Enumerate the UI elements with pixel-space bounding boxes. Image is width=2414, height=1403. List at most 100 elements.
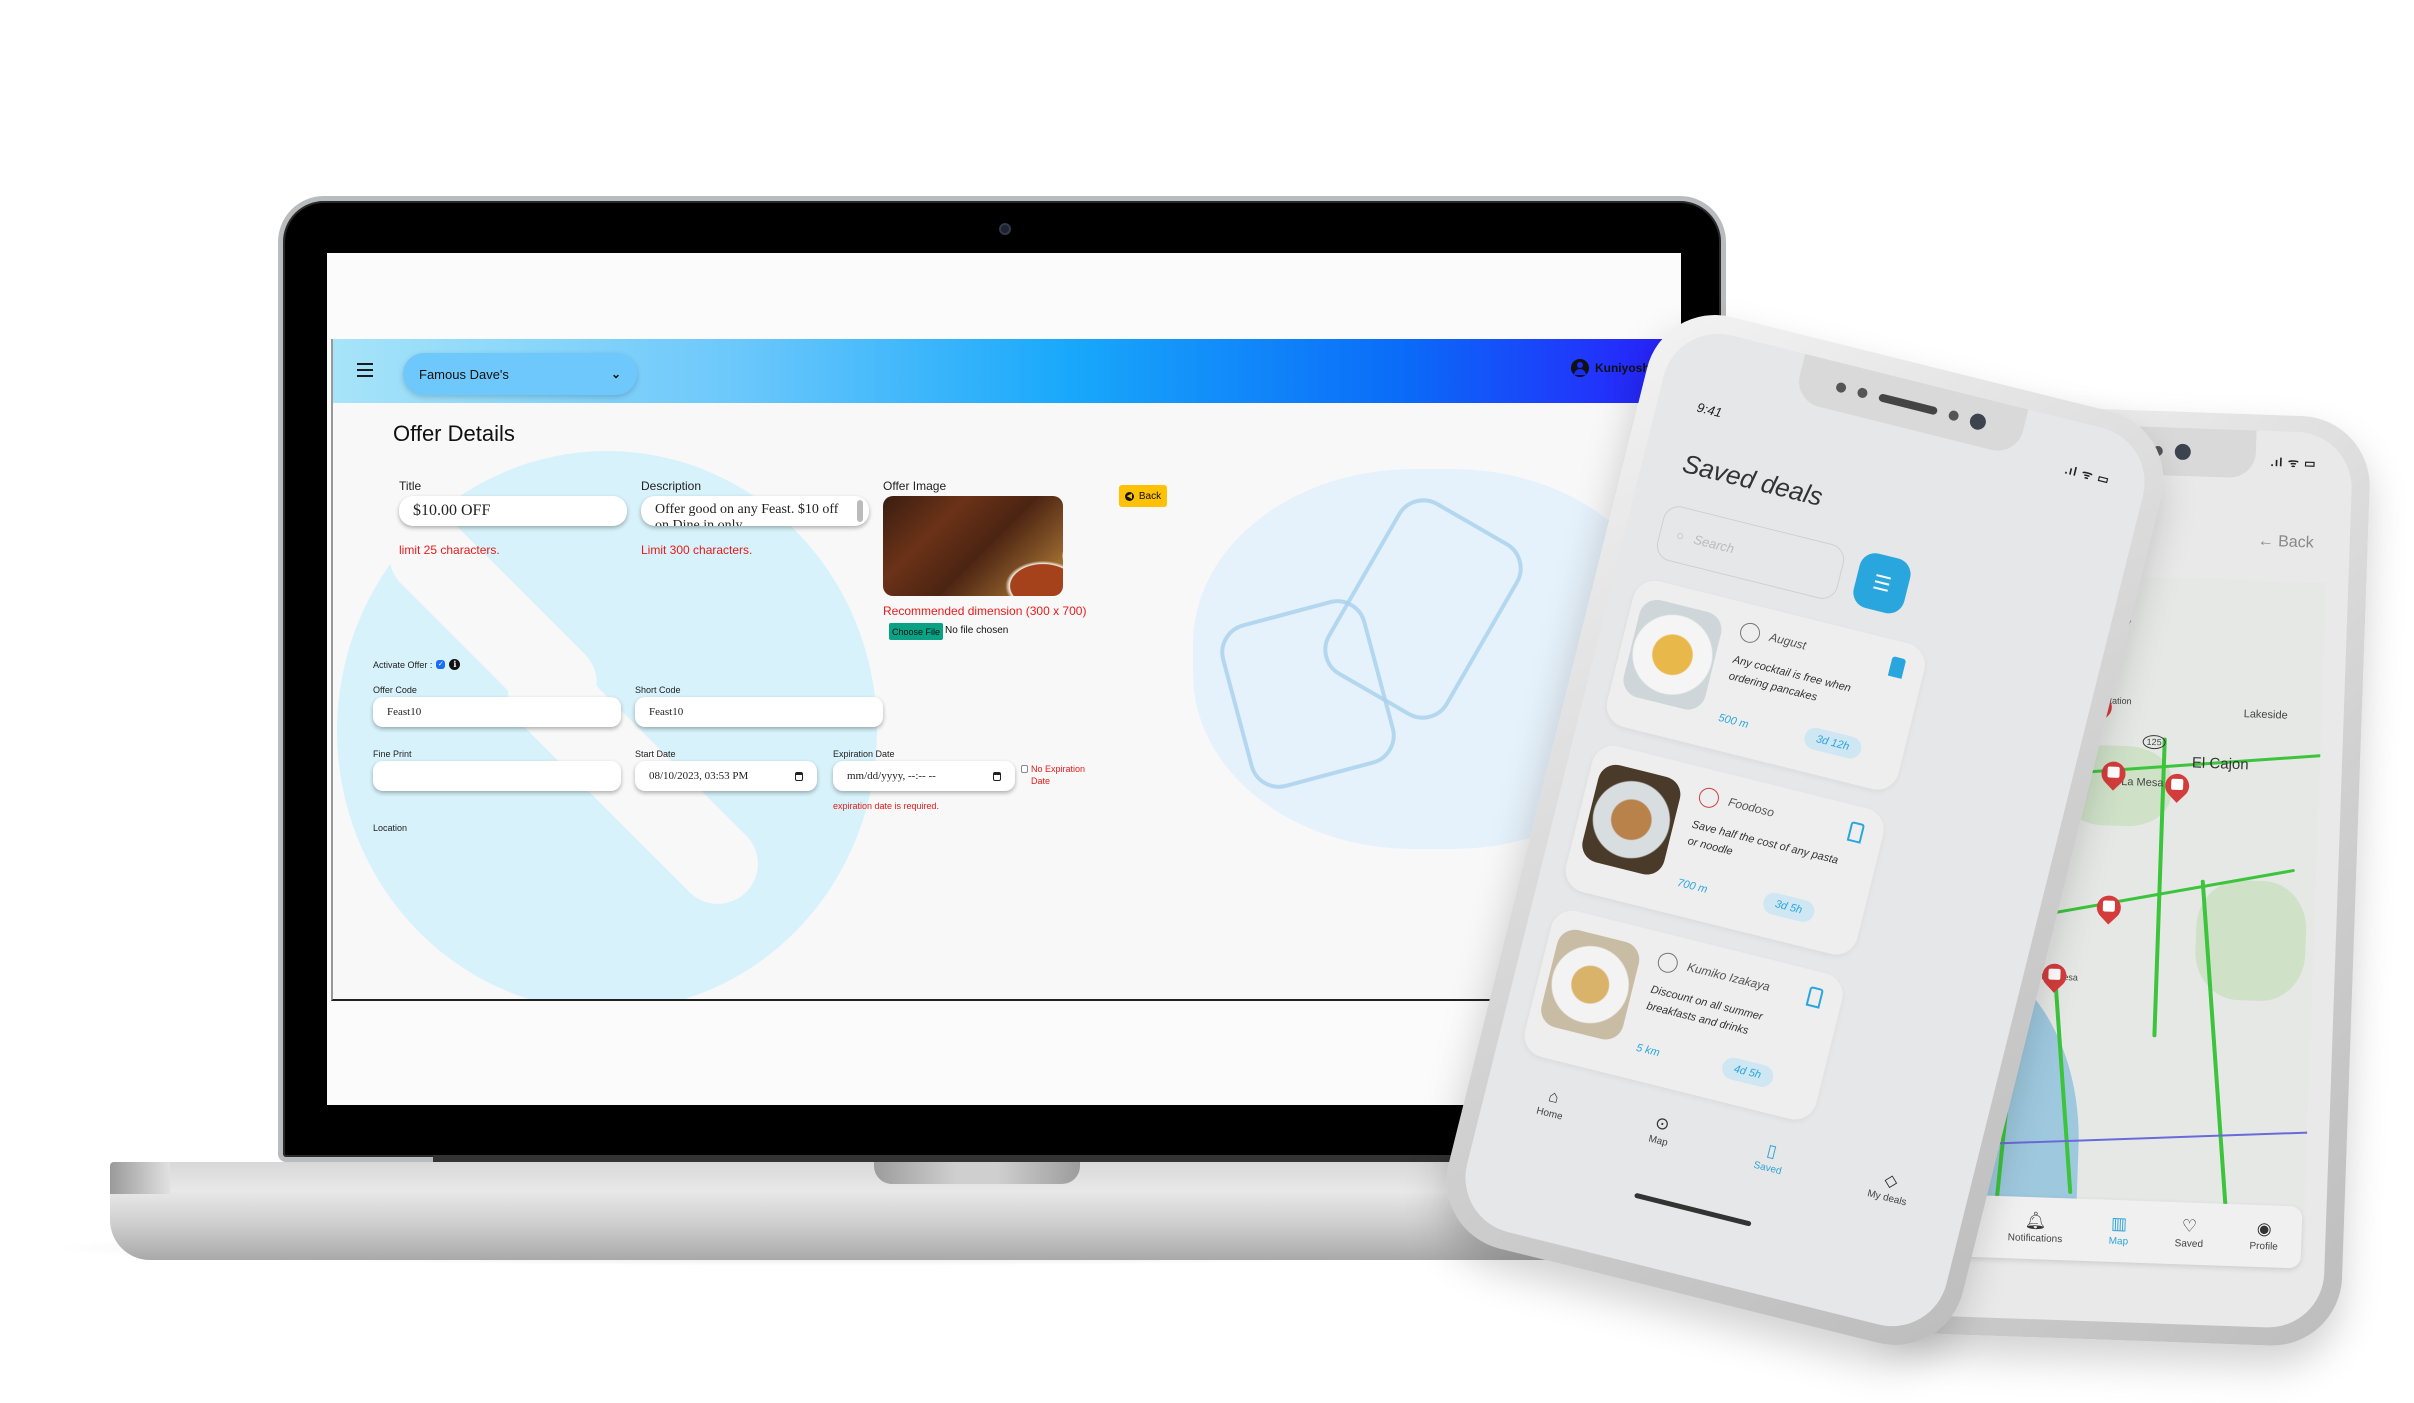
top-bar: Famous Dave's ⌄ Kuniyoshi xyxy=(333,339,1671,403)
map-label-la-mesa: La Mesa xyxy=(2121,775,2164,790)
tab-label: Notifications xyxy=(2007,1232,2063,1246)
offer-details-app: Famous Dave's ⌄ Kuniyoshi Offer Details … xyxy=(331,339,1671,1001)
offer-code-input[interactable]: Feast10 xyxy=(373,697,621,727)
tab-notifications[interactable]: 🔔︎ Notifications xyxy=(2008,1211,2064,1245)
location-label: Location xyxy=(373,823,408,833)
deal-time-left: 4d 5h xyxy=(1719,1055,1776,1090)
front-camera xyxy=(2174,443,2192,461)
bookmark-icon[interactable] xyxy=(1887,656,1907,679)
calendar-icon[interactable] xyxy=(795,771,803,781)
fine-print-textarea[interactable] xyxy=(373,761,621,791)
deal-time-left: 3d 12h xyxy=(1802,725,1864,761)
sensor xyxy=(1835,381,1848,394)
home-icon: ⌂ xyxy=(1546,1086,1562,1108)
start-date-label: Start Date xyxy=(635,749,676,759)
status-icons: .ıl ᯤ ▭ xyxy=(2063,462,2112,488)
expiration-date-label: Expiration Date xyxy=(833,749,895,759)
map-back-button[interactable]: ← Back xyxy=(2257,533,2314,553)
sensor xyxy=(1856,386,1869,399)
chevron-down-icon: ⌄ xyxy=(610,367,621,381)
tab-label: Saved xyxy=(2174,1238,2204,1251)
bookmark-icon[interactable] xyxy=(1846,820,1866,844)
deal-brand: Foodoso xyxy=(1726,794,1776,820)
deal-image xyxy=(1619,596,1726,714)
calendar-icon[interactable] xyxy=(993,771,1001,781)
expiration-date-error: expiration date is required. xyxy=(833,801,940,811)
tab-saved[interactable]: ♡ Saved xyxy=(2174,1216,2204,1251)
deal-map-pin[interactable] xyxy=(2101,761,2126,796)
phone-notch xyxy=(1793,353,2029,457)
activate-offer-row: Activate Offer : ✓ i xyxy=(373,659,461,670)
laptop-opening-notch xyxy=(874,1162,1080,1184)
hamburger-menu-icon[interactable] xyxy=(357,363,373,377)
tab-profile[interactable]: ◉ Profile xyxy=(2249,1218,2278,1253)
map-label-lakeside: Lakeside xyxy=(2243,708,2288,722)
deal-text: Any cocktail is free when ordering panca… xyxy=(1727,653,1853,704)
no-expiration-row: No Expiration Date xyxy=(1021,763,1087,787)
tab-label: My deals xyxy=(1866,1188,1908,1209)
tab-label: Map xyxy=(1647,1133,1669,1149)
user-account-icon xyxy=(1570,359,1589,377)
deal-map-pin[interactable] xyxy=(2042,963,2067,998)
info-icon[interactable]: i xyxy=(449,659,461,670)
speaker xyxy=(1877,393,1939,416)
map-label-el-cajon: El Cajon xyxy=(2191,754,2249,774)
tab-home[interactable]: ⌂Home xyxy=(1535,1085,1569,1123)
no-expiration-checkbox[interactable] xyxy=(1021,765,1028,773)
fine-print-label: Fine Print xyxy=(373,749,412,759)
deal-distance: 500 m xyxy=(1717,711,1750,731)
title-error: limit 25 characters. xyxy=(399,543,500,557)
description-error: Limit 300 characters. xyxy=(641,543,753,557)
deal-distance: 5 km xyxy=(1634,1041,1661,1060)
short-code-input[interactable]: Feast10 xyxy=(635,697,883,727)
user-menu[interactable]: Kuniyoshi xyxy=(1570,359,1653,377)
textarea-scrollbar[interactable] xyxy=(857,500,863,522)
arrow-left-circle-icon: ◀ xyxy=(1124,491,1134,501)
deal-time-left: 3d 5h xyxy=(1760,890,1817,925)
search-placeholder: Search xyxy=(1692,531,1736,556)
bookmark-icon: ▯ xyxy=(1764,1140,1779,1162)
back-button[interactable]: ◀ Back xyxy=(1119,485,1167,507)
start-date-input[interactable]: 08/10/2023, 03:53 PM xyxy=(635,761,817,791)
title-input[interactable]: $10.00 OFF xyxy=(399,496,627,526)
tab-saved[interactable]: ▯ Saved xyxy=(1752,1139,1787,1178)
tab-map[interactable]: ⊙ Map xyxy=(1647,1113,1674,1149)
tab-map[interactable]: ▥ Map xyxy=(2108,1213,2130,1248)
description-textarea[interactable]: Offer good on any Feast. $10 off on Dine… xyxy=(641,496,869,526)
user-name: Kuniyoshi xyxy=(1594,361,1653,375)
map-icon: ▥ xyxy=(2110,1213,2128,1234)
bookmark-icon[interactable] xyxy=(1805,985,1825,1009)
sliders-icon: ☰ xyxy=(1870,570,1894,597)
deal-text: Save half the cost of any pasta or noodl… xyxy=(1686,818,1840,867)
webcam xyxy=(999,223,1011,235)
tab-my-deals[interactable]: ◇ My deals xyxy=(1866,1168,1913,1209)
expiration-date-placeholder: mm/dd/yyyy, --:-- -- xyxy=(847,770,936,782)
brand-logo xyxy=(1655,950,1680,975)
activate-offer-checkbox[interactable]: ✓ xyxy=(436,660,446,669)
file-status: No file chosen xyxy=(945,625,1009,636)
offer-image-label: Offer Image xyxy=(883,479,947,493)
description-label: Description xyxy=(641,479,702,493)
offer-code-label: Offer Code xyxy=(373,685,417,695)
heart-icon: ♡ xyxy=(2181,1216,2198,1236)
start-date-value: 08/10/2023, 03:53 PM xyxy=(649,770,749,782)
laptop-base xyxy=(110,1162,1590,1260)
status-icons: .ıl ᯤ ▭ xyxy=(2270,454,2317,471)
activate-offer-label: Activate Offer : xyxy=(373,659,433,670)
deal-distance: 700 m xyxy=(1676,876,1709,896)
filter-button[interactable]: ☰ xyxy=(1849,549,1914,617)
deal-map-pin[interactable] xyxy=(2096,895,2121,930)
expiration-date-input[interactable]: mm/dd/yyyy, --:-- -- xyxy=(833,761,1015,791)
home-indicator[interactable] xyxy=(1634,1192,1752,1227)
deal-image xyxy=(1537,925,1644,1044)
deal-map-pin[interactable] xyxy=(2164,773,2189,808)
deal-brand: August xyxy=(1768,629,1808,653)
choose-file-button[interactable]: Choose File xyxy=(889,623,943,640)
back-button-label: Back xyxy=(1138,490,1162,502)
restaurant-select[interactable]: Famous Dave's ⌄ xyxy=(403,353,637,395)
tab-label: Home xyxy=(1535,1105,1564,1123)
page-title: Offer Details xyxy=(393,421,515,446)
sensor xyxy=(1947,409,1960,422)
tab-label: Map xyxy=(2108,1235,2129,1248)
profile-icon: ◉ xyxy=(2256,1218,2273,1239)
